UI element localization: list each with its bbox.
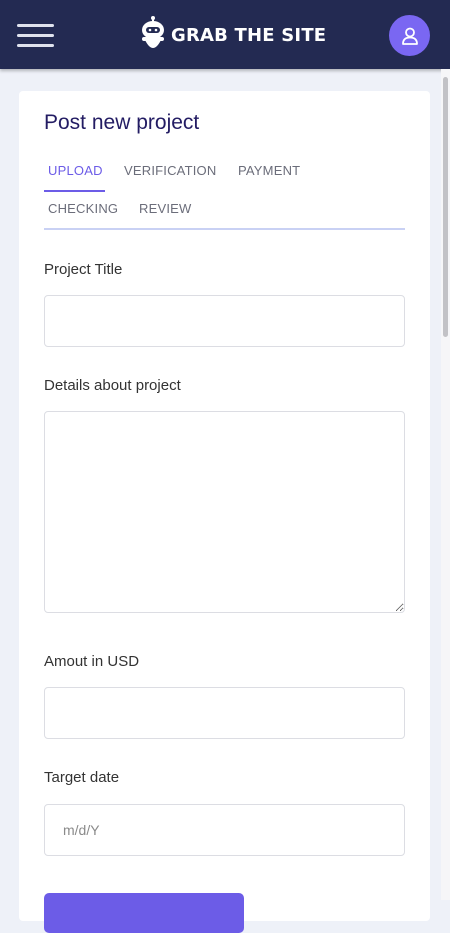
brand-name: GRAB THE SITE (171, 24, 327, 46)
submit-button[interactable] (44, 893, 244, 933)
top-nav-bar: GRAB THE SITE (0, 0, 450, 69)
robot-logo-icon (142, 16, 164, 48)
brand[interactable]: GRAB THE SITE (137, 16, 326, 54)
amount-label: Amout in USD (44, 653, 140, 670)
post-project-card: Post new project UPLOAD VERIFICATION PAY… (19, 91, 430, 933)
amount-input[interactable] (44, 687, 405, 739)
hamburger-icon[interactable] (17, 21, 54, 49)
active-tab-indicator (44, 190, 105, 192)
tab-upload[interactable]: UPLOAD (48, 163, 103, 178)
target-date-input[interactable] (44, 804, 405, 856)
tab-verification[interactable]: VERIFICATION (124, 163, 216, 178)
project-title-input[interactable] (44, 295, 405, 347)
user-avatar-button[interactable] (389, 15, 430, 56)
project-title-label: Project Title (44, 261, 123, 278)
tab-checking[interactable]: CHECKING (48, 201, 118, 216)
page-scrollbar[interactable] (441, 69, 450, 900)
tabs-divider (44, 228, 405, 230)
tab-review[interactable]: REVIEW (139, 201, 191, 216)
details-textarea[interactable] (44, 411, 405, 613)
scrollbar-thumb[interactable] (443, 77, 448, 337)
user-icon (401, 27, 418, 45)
page-title: Post new project (44, 111, 200, 134)
details-label: Details about project (44, 377, 181, 394)
tab-payment[interactable]: PAYMENT (238, 163, 300, 178)
target-date-label: Target date (44, 769, 120, 786)
